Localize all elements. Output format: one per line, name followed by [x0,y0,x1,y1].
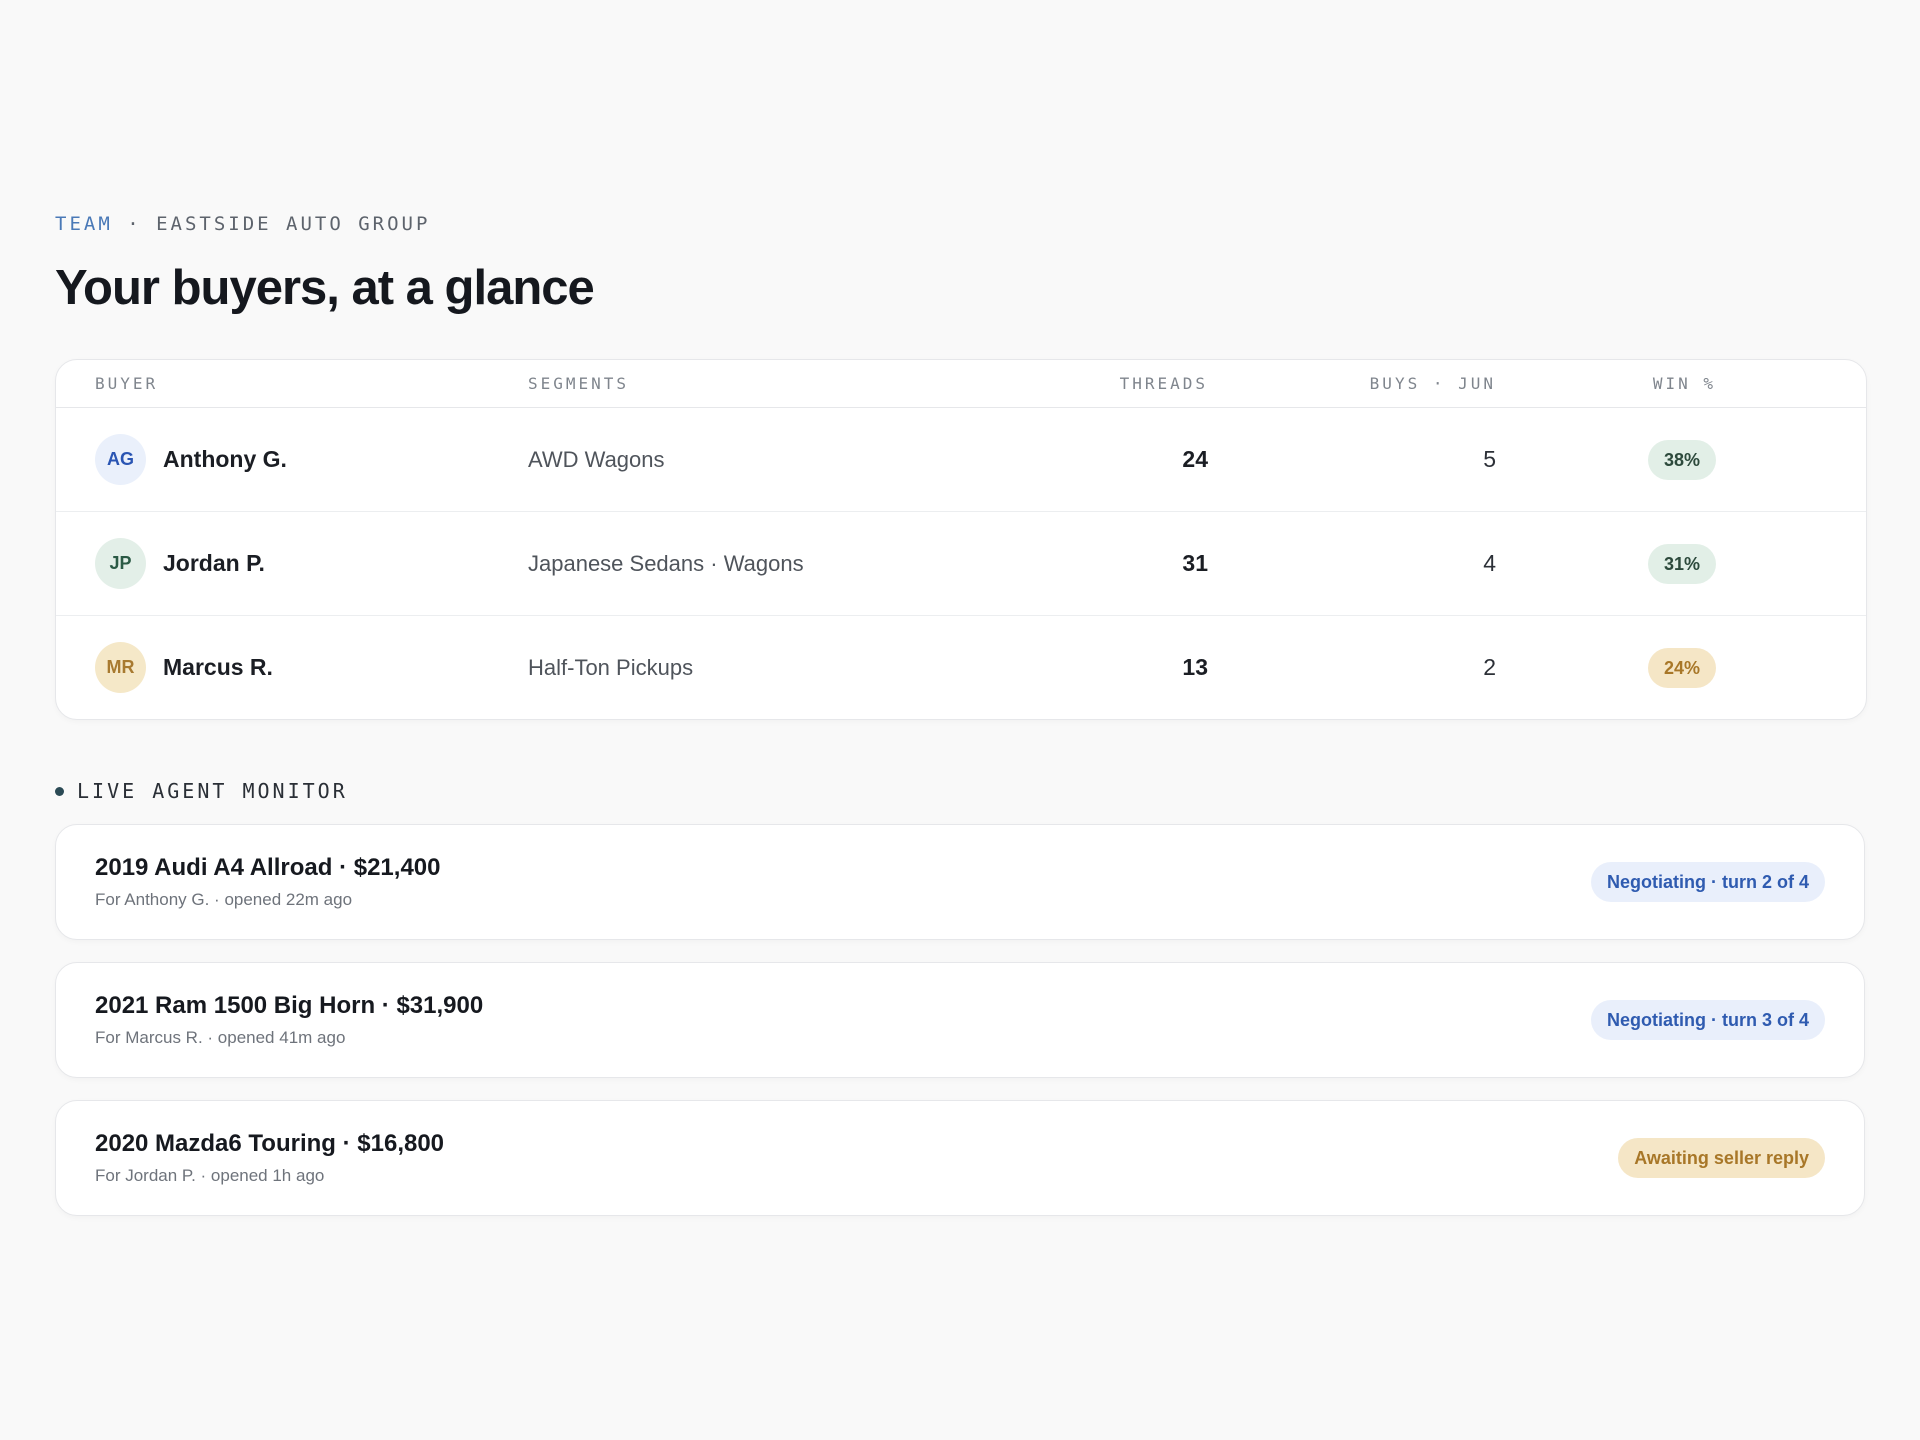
deal-meta: For Anthony G. · opened 22m ago [95,890,353,909]
table-row[interactable]: JP Jordan P. Japanese Sedans · Wagons 31… [56,512,1866,616]
buyers-table: BUYER SEGMENTS THREADS BUYS · JUN WIN % … [55,359,1867,720]
page: TEAM · EASTSIDE AUTO GROUP Your buyers, … [55,211,1867,1216]
buys-cell: 5 [1483,446,1496,472]
buyer-name: Anthony G. [163,446,287,472]
column-header-buyer[interactable]: BUYER [95,374,528,393]
column-header-threads[interactable]: THREADS [1120,374,1208,393]
threads-cell: 31 [1182,550,1208,576]
deal-card[interactable]: 2019 Audi A4 Allroad · $21,400 For Antho… [55,824,1865,940]
deal-status-badge: Awaiting seller reply [1618,1138,1825,1178]
buyer-cell: AG Anthony G. [95,434,528,485]
deal-card[interactable]: 2021 Ram 1500 Big Horn · $31,900 For Mar… [55,962,1865,1078]
deal-info: 2019 Audi A4 Allroad · $21,400 For Antho… [95,854,440,910]
buyer-name: Marcus R. [163,654,273,680]
live-status-dot-icon [55,786,64,796]
deal-title: 2021 Ram 1500 Big Horn · $31,900 [95,992,484,1019]
page-title: Your buyers, at a glance [55,261,595,315]
deal-status-badge: Negotiating · turn 2 of 4 [1591,862,1825,902]
segments-cell: Japanese Sedans · Wagons [528,550,804,576]
deal-info: 2021 Ram 1500 Big Horn · $31,900 For Mar… [95,992,483,1048]
avatar: JP [95,538,146,589]
avatar: AG [95,434,146,485]
column-header-win[interactable]: WIN % [1653,374,1716,393]
table-header: BUYER SEGMENTS THREADS BUYS · JUN WIN % [56,360,1866,408]
deal-info: 2020 Mazda6 Touring · $16,800 For Jordan… [95,1130,444,1186]
buyer-name: Jordan P. [163,550,265,576]
segments-cell: AWD Wagons [528,446,665,472]
deal-meta: For Jordan P. · opened 1h ago [95,1166,325,1185]
deal-card[interactable]: 2020 Mazda6 Touring · $16,800 For Jordan… [55,1100,1865,1216]
deal-status-badge: Negotiating · turn 3 of 4 [1591,1000,1825,1040]
win-rate-badge: 38% [1647,439,1716,480]
buys-cell: 4 [1483,550,1496,576]
deal-title: 2019 Audi A4 Allroad · $21,400 [95,854,441,881]
breadcrumb-org: EASTSIDE AUTO GROUP [156,213,431,235]
buys-cell: 2 [1483,654,1496,680]
segments-cell: Half-Ton Pickups [528,654,694,680]
win-rate-badge: 24% [1647,647,1716,688]
threads-cell: 24 [1182,446,1208,472]
breadcrumb-team[interactable]: TEAM [55,213,113,235]
deal-title: 2020 Mazda6 Touring · $16,800 [95,1130,445,1157]
buyer-cell: JP Jordan P. [95,538,528,589]
breadcrumb-separator: · [112,213,157,235]
table-row[interactable]: AG Anthony G. AWD Wagons 24 5 38% [56,408,1866,512]
buyer-cell: MR Marcus R. [95,642,528,693]
monitor-heading: LIVE AGENT MONITOR [55,778,1865,804]
column-header-buys[interactable]: BUYS · JUN [1370,374,1496,393]
column-header-segments[interactable]: SEGMENTS [528,374,1038,393]
threads-cell: 13 [1182,654,1208,680]
avatar: MR [95,642,146,693]
table-row[interactable]: MR Marcus R. Half-Ton Pickups 13 2 24% [56,616,1866,719]
breadcrumb: TEAM · EASTSIDE AUTO GROUP [55,211,1865,237]
win-rate-badge: 31% [1647,543,1716,584]
deal-meta: For Marcus R. · opened 41m ago [95,1028,346,1047]
monitor-title: LIVE AGENT MONITOR [77,779,348,803]
